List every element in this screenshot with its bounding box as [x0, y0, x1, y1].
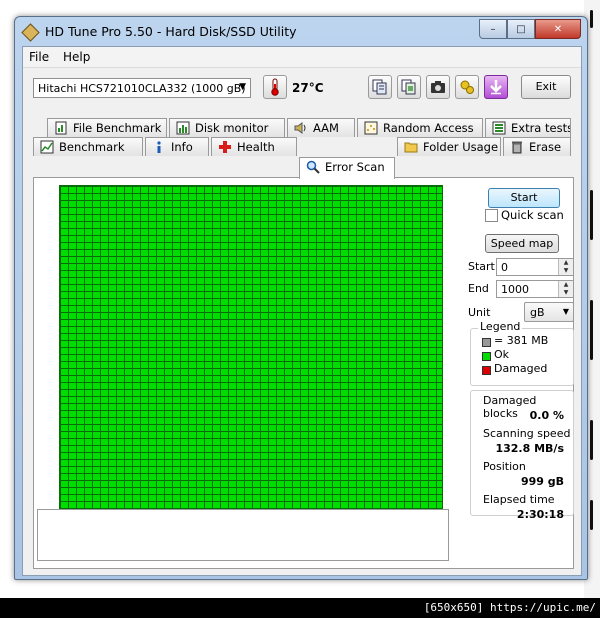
menu-help[interactable]: Help: [63, 50, 90, 64]
tab-label: AAM: [313, 121, 339, 135]
quick-scan-checkbox[interactable]: [485, 209, 498, 222]
speed-map-button[interactable]: Speed map: [485, 234, 559, 253]
tab-label: Erase: [529, 140, 562, 154]
start-scan-button[interactable]: Start: [488, 188, 560, 208]
spin-arrows-icon[interactable]: ▲ ▼: [558, 281, 573, 297]
tab-aam[interactable]: AAM: [287, 118, 355, 137]
tab-benchmark[interactable]: Benchmark: [33, 137, 143, 156]
tab-label: Benchmark: [59, 140, 125, 154]
tab-file-benchmark[interactable]: File Benchmark: [47, 118, 167, 137]
drive-select[interactable]: Hitachi HCS721010CLA332 (1000 gB) ▼: [33, 78, 251, 98]
quick-scan-label: Quick scan: [501, 208, 564, 222]
options-button[interactable]: [455, 75, 479, 99]
tab-label: Disk monitor: [195, 121, 269, 135]
window-title: HD Tune Pro 5.50 - Hard Disk/SSD Utility: [45, 24, 297, 39]
extra-tests-icon: [492, 121, 506, 135]
maximize-button[interactable]: □: [507, 19, 535, 39]
scanning-speed-value: 132.8 MB/s: [495, 442, 564, 455]
legend-ok: Ok: [494, 348, 510, 361]
save-button[interactable]: [484, 75, 508, 99]
tab-extra-tests[interactable]: Extra tests: [485, 118, 571, 137]
unit-select-value: gB: [530, 306, 545, 319]
tab-label: Random Access: [383, 121, 474, 135]
info-icon: [152, 140, 166, 154]
damaged-swatch: [482, 366, 491, 375]
benchmark-icon: [40, 140, 54, 154]
watermark-bar: [650x650] https://upic.me/: [0, 598, 600, 618]
spin-arrows-icon[interactable]: ▲ ▼: [558, 259, 573, 275]
legend-block-size: = 381 MB: [494, 334, 549, 347]
health-cross-icon: [218, 140, 232, 154]
copy-screen-button[interactable]: [397, 75, 421, 99]
screenshot-button[interactable]: [426, 75, 450, 99]
elapsed-time-label: Elapsed time: [483, 493, 555, 506]
copy-screen-icon: [401, 79, 417, 95]
tab-info[interactable]: Info: [145, 137, 209, 156]
trash-icon: [510, 140, 524, 154]
title-bar[interactable]: HD Tune Pro 5.50 - Hard Disk/SSD Utility…: [15, 17, 587, 47]
position-value: 999 gB: [520, 475, 564, 488]
temperature-readout: 27°C: [292, 81, 324, 95]
block-size-swatch: [482, 338, 491, 347]
end-field[interactable]: 1000 ▲ ▼: [496, 280, 574, 298]
ok-swatch: [482, 352, 491, 361]
tab-erase[interactable]: Erase: [503, 137, 571, 156]
exit-button[interactable]: Exit: [521, 75, 571, 99]
magnifier-icon: [306, 160, 320, 174]
end-label: End: [468, 282, 489, 295]
copy-info-icon: [372, 79, 388, 95]
random-access-icon: [364, 121, 378, 135]
tab-label: Folder Usage: [423, 140, 499, 154]
tab-label: Error Scan: [325, 160, 385, 174]
menu-bar: File Help: [23, 47, 581, 68]
folder-icon: [404, 140, 418, 154]
tab-label: Health: [237, 140, 275, 154]
chevron-down-icon: ▼: [239, 82, 246, 92]
start-field[interactable]: 0 ▲ ▼: [496, 258, 574, 276]
start-label: Start: [468, 260, 495, 273]
app-window: HD Tune Pro 5.50 - Hard Disk/SSD Utility…: [14, 16, 588, 580]
camera-icon: [430, 80, 446, 94]
app-icon: [21, 23, 40, 42]
end-field-value: 1000: [501, 283, 529, 296]
scan-block-map: [59, 185, 443, 521]
menu-file[interactable]: File: [29, 50, 49, 64]
file-benchmark-icon: [54, 121, 68, 135]
legend-damaged: Damaged: [494, 362, 548, 375]
tab-health[interactable]: Health: [211, 137, 297, 156]
client-area: File Help Hitachi HCS721010CLA332 (1000 …: [22, 46, 582, 576]
drive-select-value: Hitachi HCS721010CLA332 (1000 gB): [38, 82, 246, 95]
save-icon: [489, 79, 503, 95]
elapsed-time-value: 2:30:18: [516, 508, 564, 521]
tab-label: Info: [171, 140, 193, 154]
speaker-icon: [294, 121, 308, 135]
copy-info-button[interactable]: [368, 75, 392, 99]
tab-label: Extra tests: [511, 121, 571, 135]
unit-select[interactable]: gB ▼: [524, 302, 574, 322]
start-field-value: 0: [501, 261, 508, 274]
position-label: Position: [483, 460, 526, 473]
damaged-blocks-value: 0.0 %: [529, 409, 564, 422]
legend-title: Legend: [478, 320, 523, 333]
log-area[interactable]: [37, 509, 449, 561]
thermometer-icon: [263, 75, 287, 99]
disk-monitor-icon: [176, 121, 190, 135]
tab-label: File Benchmark: [73, 121, 162, 135]
options-icon: [459, 79, 475, 95]
tab-disk-monitor[interactable]: Disk monitor: [169, 118, 285, 137]
chevron-down-icon: ▼: [562, 307, 569, 316]
minimize-button[interactable]: –: [479, 19, 507, 39]
tab-random-access[interactable]: Random Access: [357, 118, 483, 137]
close-button[interactable]: ✕: [535, 19, 581, 39]
tab-folder-usage[interactable]: Folder Usage: [397, 137, 501, 156]
tab-error-scan[interactable]: Error Scan: [299, 157, 395, 179]
watermark-text: [650x650] https://upic.me/: [423, 601, 596, 614]
scanning-speed-label: Scanning speed: [483, 427, 571, 440]
unit-label: Unit: [468, 306, 491, 319]
toolbar: Hitachi HCS721010CLA332 (1000 gB) ▼ 27°C: [23, 68, 581, 112]
